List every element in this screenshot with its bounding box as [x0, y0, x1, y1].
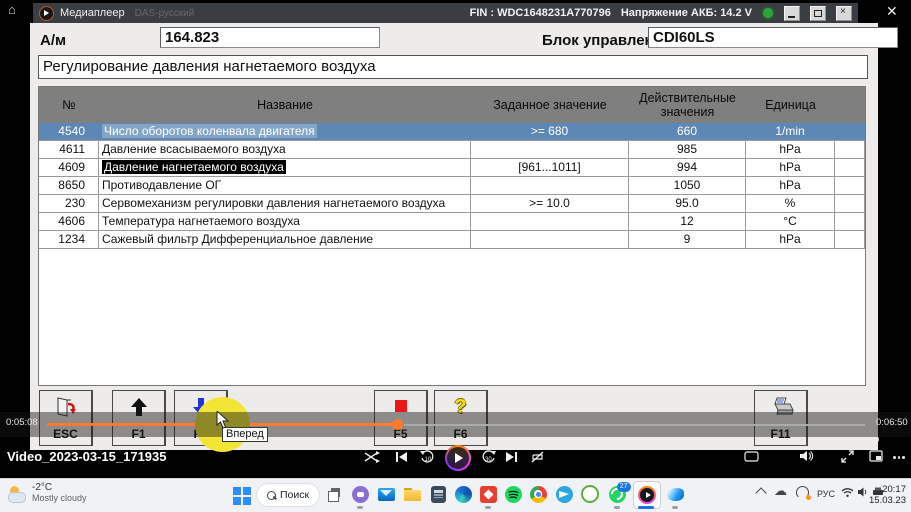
- table-row[interactable]: 4540 Число оборотов коленвала двигателя …: [39, 123, 865, 141]
- svg-text:30: 30: [485, 457, 492, 463]
- player-close-icon[interactable]: ✕: [886, 4, 898, 18]
- vehicle-field[interactable]: 164.823: [160, 27, 380, 48]
- search-button[interactable]: Поиск: [256, 483, 320, 507]
- running-indicator: [672, 506, 678, 509]
- language-indicator[interactable]: РУС: [817, 489, 835, 499]
- taskbar-clock[interactable]: 20:17 15.03.23: [860, 484, 906, 506]
- wifi-icon[interactable]: [841, 487, 854, 499]
- chrome-browser-icon[interactable]: [528, 484, 548, 504]
- table-row[interactable]: 8650 Противодавление ОГ 1050 hPa: [39, 177, 865, 195]
- mini-player-icon[interactable]: [869, 450, 883, 462]
- blue-swoosh-app-icon[interactable]: [665, 484, 685, 504]
- running-indicator: [357, 506, 363, 509]
- das-close-button[interactable]: [836, 6, 852, 21]
- restore-button[interactable]: [810, 6, 826, 21]
- seek-handle[interactable]: [392, 419, 403, 430]
- replay-10-icon[interactable]: 10: [420, 450, 435, 464]
- table-header: № Название Заданное значение Действитель…: [39, 87, 865, 123]
- table-row[interactable]: 230 Сервомеханизм регулировки давления н…: [39, 195, 865, 213]
- whatsapp-app-icon[interactable]: 27: [607, 484, 627, 504]
- sync-icon[interactable]: [796, 486, 809, 499]
- tray-expand-icon[interactable]: [757, 484, 765, 497]
- stop-square-icon: [375, 396, 426, 412]
- anydesk-app-icon[interactable]: [478, 484, 498, 504]
- seek-progress[interactable]: [250, 423, 392, 426]
- player-titlebar: Медиаплеер DAS-русский FIN : WDC1648231A…: [33, 3, 858, 23]
- running-indicator: [485, 506, 491, 509]
- status-led-icon: [762, 7, 774, 19]
- col-header-unit: Единица: [746, 87, 835, 123]
- play-button[interactable]: [445, 445, 471, 471]
- whatsapp-badge: 27: [617, 482, 631, 492]
- table-row[interactable]: 4609 Давление нагнетаемого воздуха [961.…: [39, 159, 865, 177]
- edge-browser-icon[interactable]: [453, 484, 473, 504]
- col-header-actual: Действительные значения: [629, 87, 746, 123]
- time-current: 0:05:08: [6, 417, 38, 428]
- more-options-icon[interactable]: [893, 456, 905, 459]
- mouse-cursor-icon: [216, 411, 230, 434]
- seek-remaining[interactable]: [404, 424, 865, 426]
- active-indicator: [638, 506, 654, 509]
- table-row[interactable]: 4606 Температура нагнетаемого воздуха 12…: [39, 213, 865, 231]
- player-title: Медиаплеер: [60, 7, 125, 19]
- subtitles-icon[interactable]: [744, 451, 759, 462]
- skip-next-icon[interactable]: [505, 451, 518, 463]
- measurement-table: № Название Заданное значение Действитель…: [38, 86, 866, 386]
- file-explorer-icon[interactable]: [402, 484, 422, 504]
- start-button[interactable]: [233, 487, 251, 505]
- volume-icon[interactable]: [800, 450, 814, 462]
- minimize-button[interactable]: [784, 6, 800, 21]
- utorrent-app-icon[interactable]: [580, 484, 600, 504]
- screen: ⌂ Медиаплеер DAS-русский FIN : WDC164823…: [0, 0, 911, 512]
- video-title: Video_2023-03-15_171935: [7, 449, 167, 464]
- shuffle-icon[interactable]: [364, 451, 380, 463]
- search-icon: [267, 491, 276, 500]
- running-indicator: [614, 506, 620, 509]
- screen-title: Регулирование давления нагнетаемого возд…: [38, 55, 868, 79]
- col-header-target: Заданное значение: [471, 87, 629, 123]
- mail-app-icon[interactable]: [376, 484, 396, 504]
- media-player-app-icon[interactable]: [633, 481, 661, 509]
- vehicle-label: А/м: [40, 32, 66, 49]
- das-screen: А/м 164.823 Блок управления CDI60LS Регу…: [30, 23, 878, 450]
- home-icon[interactable]: ⌂: [8, 2, 16, 17]
- svg-text:10: 10: [425, 457, 432, 463]
- chat-app-icon[interactable]: [350, 484, 370, 504]
- table-row[interactable]: 1234 Сажевый фильтр Дифференциальное дав…: [39, 231, 865, 249]
- task-view-icon[interactable]: [324, 484, 344, 504]
- forward-30-icon[interactable]: 30: [481, 450, 496, 464]
- vehicle-fin: FIN : WDC1648231A770796: [470, 7, 611, 19]
- telegram-app-icon[interactable]: [554, 484, 574, 504]
- weather-widget[interactable]: [8, 485, 30, 505]
- col-header-name: Название: [99, 87, 471, 123]
- fullscreen-icon[interactable]: [841, 450, 854, 463]
- seek-progress[interactable]: [47, 423, 195, 426]
- media-player-logo-icon: [39, 6, 54, 21]
- repeat-off-icon[interactable]: [530, 451, 545, 463]
- background-window-title: DAS-русский: [135, 8, 195, 19]
- time-total: 0:06:50: [876, 417, 908, 428]
- battery-voltage: Напряжение АКБ: 14.2 V: [621, 7, 752, 19]
- table-row[interactable]: 4611 Давление всасываемого воздуха 985 h…: [39, 141, 865, 159]
- onedrive-cloud-icon[interactable]: ☁: [774, 483, 787, 499]
- spotify-app-icon[interactable]: [503, 484, 523, 504]
- col-header-no: №: [39, 87, 99, 123]
- skip-previous-icon[interactable]: [395, 451, 408, 463]
- calculator-app-icon[interactable]: [428, 484, 448, 504]
- weather-text[interactable]: -2°C Mostly cloudy: [32, 482, 87, 503]
- ecu-field[interactable]: CDI60LS: [648, 27, 898, 48]
